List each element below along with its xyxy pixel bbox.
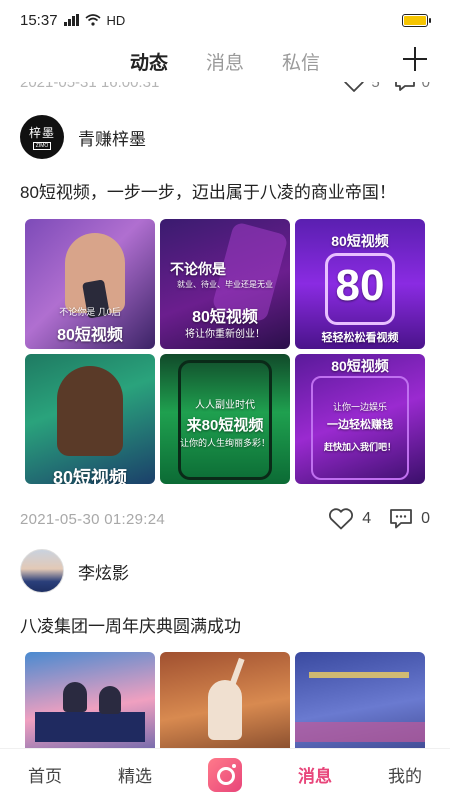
post-image[interactable]: 不论你是 几0后 80短视频: [25, 219, 155, 349]
like-button[interactable]: 4: [328, 508, 371, 530]
image-caption: 80短视频: [57, 327, 123, 344]
heart-icon: [344, 82, 365, 92]
post-image-grid: 不论你是 几0后 80短视频 不论你是 就业、待业、毕业还是无业 80短视频 将…: [25, 219, 425, 484]
nav-home[interactable]: 首页: [28, 762, 62, 787]
avatar-logo-text: 梓墨: [28, 126, 55, 140]
comment-count: 0: [421, 510, 430, 527]
top-tab-bar: 动态 消息 私信: [0, 40, 450, 82]
image-caption-small: 让你一边娱乐: [332, 402, 387, 412]
signal-icon: [63, 14, 79, 26]
image-caption-2: 80短视频: [192, 309, 258, 326]
image-caption: 80短视频: [52, 468, 128, 484]
feed[interactable]: 2021-05-31 16:00:31 5 0 梓墨 ZIMO 青赚梓墨 80短…: [0, 82, 450, 748]
add-post-button[interactable]: [402, 46, 428, 72]
nav-profile[interactable]: 我的: [388, 762, 422, 787]
battery-icon: [402, 14, 431, 27]
heart-icon: [329, 508, 354, 530]
network-type: HD: [106, 12, 126, 28]
battery-level: [404, 16, 426, 25]
arm-figure: [229, 657, 245, 687]
image-caption-small: 就业、待业、毕业还是无业: [177, 280, 273, 289]
tab-xiaoxi[interactable]: 消息: [206, 48, 244, 75]
image-caption-2: 一边轻松赚钱: [327, 419, 393, 431]
post-image[interactable]: [295, 652, 425, 748]
post-image-grid: [25, 652, 425, 748]
comment-icon: [394, 82, 415, 91]
post-image[interactable]: 80短视频: [25, 354, 155, 484]
like-count: 5: [371, 82, 380, 91]
status-bar: 15:37 HD: [0, 0, 450, 40]
nav-featured[interactable]: 精选: [118, 762, 152, 787]
image-caption: 80短视频: [331, 358, 389, 374]
image-caption-small: 人人副业时代: [195, 400, 255, 411]
post-image[interactable]: [25, 652, 155, 748]
prev-post-footer: 2021-05-31 16:00:31 5 0: [20, 82, 430, 92]
post-image[interactable]: 人人副业时代 来80短视频 让你的人生绚丽多彩！: [160, 354, 290, 484]
comment-button[interactable]: 0: [389, 508, 430, 530]
wifi-icon: [85, 14, 101, 26]
post-image[interactable]: [160, 652, 290, 748]
image-caption: 80短视频: [331, 233, 389, 249]
image-caption: 来80短视频: [186, 417, 264, 434]
tab-sixin[interactable]: 私信: [282, 48, 320, 75]
post-text: 八凌集团一周年庆典圆满成功: [20, 617, 241, 636]
nav-messages[interactable]: 消息: [298, 762, 332, 787]
image-caption-3: 赶快加入我们吧！: [323, 442, 396, 452]
comment-button[interactable]: 0: [394, 82, 430, 92]
post-time: 2021-05-31 16:00:31: [20, 82, 160, 91]
post-image[interactable]: 80短视频 让你一边娱乐 一边轻松赚钱 赶快加入我们吧！: [295, 354, 425, 484]
post-time: 2021-05-30 01:29:24: [20, 510, 165, 528]
light-figure: [309, 672, 409, 678]
post-image[interactable]: 不论你是 就业、待业、毕业还是无业 80短视频 将让你重新创业！: [160, 219, 290, 349]
post-text: 80短视频，一步一步，迈出属于八凌的商业帝国！: [20, 183, 396, 202]
person-figure: [57, 366, 123, 456]
image-caption: 不论你是: [170, 261, 226, 277]
username[interactable]: 青赚梓墨: [78, 125, 146, 150]
post-header[interactable]: 梓墨 ZIMO 青赚梓墨: [20, 114, 320, 160]
person-figure: [63, 682, 87, 712]
image-caption-3: 轻轻松松看视频: [321, 332, 399, 344]
comment-count: 0: [421, 82, 430, 91]
stage-figure: [35, 712, 145, 742]
bottom-nav: 首页 精选 消息 我的: [0, 748, 450, 800]
post-header[interactable]: 李炫影: [20, 548, 320, 594]
person-figure: [208, 680, 242, 740]
like-count: 4: [362, 510, 372, 527]
banner-figure: [295, 722, 425, 742]
username[interactable]: 李炫影: [78, 559, 129, 584]
comment-icon: [390, 509, 412, 529]
person-figure: [99, 686, 121, 714]
avatar[interactable]: 梓墨 ZIMO: [20, 115, 64, 159]
image-caption-3: 让你的人生绚丽多彩！: [179, 438, 270, 448]
camera-icon[interactable]: [208, 757, 242, 792]
image-caption-3: 将让你重新创业！: [185, 329, 265, 340]
tab-dongtai[interactable]: 动态: [130, 48, 168, 75]
image-caption-big: 80: [335, 261, 385, 310]
post-image[interactable]: 80短视频 80 轻轻松松看视频: [295, 219, 425, 349]
avatar[interactable]: [20, 549, 64, 593]
status-time: 15:37: [20, 11, 58, 29]
post-footer: 2021-05-30 01:29:24 4 0: [20, 506, 430, 532]
avatar-logo-mark: ZIMO: [32, 142, 52, 150]
like-button[interactable]: 5: [343, 82, 380, 92]
image-caption-small: 不论你是 几0后: [59, 307, 121, 317]
